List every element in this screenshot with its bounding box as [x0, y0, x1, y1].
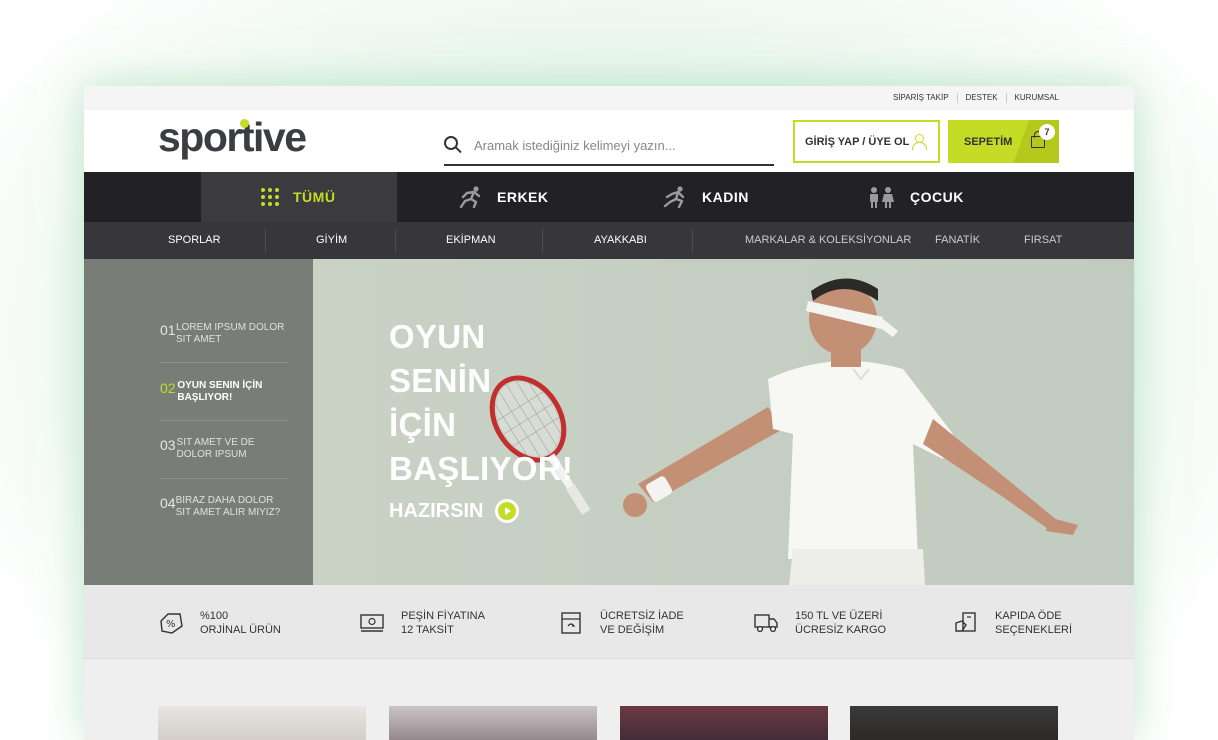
slide-item-2[interactable]: 02 OYUN SENIN İÇİN BAŞLIYOR!	[160, 380, 290, 404]
tab-kids[interactable]: ÇOCUK	[866, 172, 964, 222]
login-button[interactable]: GİRİŞ YAP / ÜYE OL	[793, 120, 940, 163]
product-thumbnail[interactable]	[389, 706, 597, 740]
hero-cta[interactable]: HAZIRSIN	[389, 499, 520, 523]
tab-kids-label: ÇOCUK	[910, 189, 964, 205]
subnav-divider	[542, 229, 543, 253]
male-runner-icon	[459, 186, 481, 208]
cart-label: SEPETİM	[964, 135, 1013, 148]
tab-men[interactable]: ERKEK	[457, 172, 549, 222]
logo[interactable]: sportive	[158, 114, 307, 161]
slide-divider	[160, 478, 288, 479]
hero-slider: 01 LOREM IPSUM DOLOR SIT AMET 02 OYUN SE…	[84, 259, 1134, 585]
slide-text: SIT AMET VE DE DOLOR IPSUM	[176, 437, 255, 460]
truck-icon	[754, 614, 778, 633]
percent-tag-icon: %	[160, 613, 183, 634]
search-icon[interactable]	[444, 136, 458, 150]
product-thumbnail[interactable]	[850, 706, 1058, 740]
hero-cta-label: HAZIRSIN	[389, 499, 484, 522]
slide-item-1[interactable]: 01 LOREM IPSUM DOLOR SIT AMET	[160, 322, 290, 346]
hero-banner[interactable]: OYUN SENİN İÇİN BAŞLIYOR! HAZIRSIN	[313, 259, 1134, 585]
card-payment-icon	[955, 612, 976, 632]
tab-women-label: KADIN	[702, 189, 749, 205]
subnav-divider	[265, 229, 266, 253]
feature-line: KAPIDA ÖDE	[995, 610, 1062, 622]
tab-all[interactable]: TÜMÜ	[201, 172, 397, 222]
slide-number: 04	[160, 495, 176, 511]
feature-line: ÜCRETSİZ İADE	[600, 610, 684, 622]
feature-original: % %100 ORJİNAL ÜRÜN	[158, 609, 281, 637]
slide-divider	[160, 362, 288, 363]
subnav-equipment[interactable]: EKİPMAN	[446, 234, 496, 246]
slide-text: LOREM IPSUM DOLOR SIT AMET	[176, 322, 285, 345]
sub-nav: SPORLAR GİYİM EKİPMAN AYAKKABI MARKALAR …	[84, 222, 1134, 259]
subnav-shoes[interactable]: AYAKKABI	[594, 234, 647, 246]
util-link-corporate[interactable]: KURUMSAL	[1005, 93, 1059, 103]
util-link-order-tracking[interactable]: SİPARİŞ TAKİP	[885, 93, 957, 103]
feature-shipping: 150 TL VE ÜZERİ ÜCRESİZ KARGO	[753, 609, 886, 637]
grid-dots-icon	[261, 188, 279, 206]
search-input[interactable]	[474, 134, 764, 156]
headline-line: OYUN	[389, 318, 486, 355]
slide-text: OYUN SENIN İÇİN BAŞLIYOR!	[177, 380, 263, 403]
subnav-divider	[692, 229, 693, 253]
headline-line: SENİN	[389, 362, 492, 399]
return-box-icon	[561, 612, 581, 634]
hero-headline: OYUN SENİN İÇİN BAŞLIYOR!	[389, 315, 573, 491]
play-icon[interactable]	[495, 499, 520, 523]
feature-line: PEŞİN FİYATINA	[401, 610, 485, 622]
subnav-brands[interactable]: MARKALAR & KOLEKSİYONLAR	[745, 234, 911, 246]
feature-line: ORJİNAL ÜRÜN	[200, 624, 281, 636]
kids-icon	[870, 187, 894, 208]
svg-text:%: %	[166, 619, 176, 630]
slide-item-4[interactable]: 04 BIRAZ DAHA DOLOR SIT AMET ALIR MIYIZ?	[160, 495, 290, 519]
tab-all-label: TÜMÜ	[293, 189, 336, 205]
login-label: GİRİŞ YAP / ÜYE OL	[805, 135, 910, 148]
feature-payment: KAPIDA ÖDE SEÇENEKLERİ	[953, 609, 1072, 637]
subnav-divider	[395, 229, 396, 253]
product-thumbnail[interactable]	[158, 706, 366, 740]
main-nav: TÜMÜ ERKEK KADIN ÇOCUK	[84, 172, 1134, 222]
slide-number: 02	[160, 380, 176, 396]
feature-line: VE DEĞİŞİM	[600, 624, 665, 636]
feature-installment: PEŞİN FİYATINA 12 TAKSİT	[359, 609, 485, 637]
banknote-icon	[360, 614, 384, 632]
headline-line: İÇİN	[389, 406, 457, 443]
slide-item-3[interactable]: 03 SIT AMET VE DE DOLOR IPSUM	[160, 437, 290, 461]
feature-line: 12 TAKSİT	[401, 624, 454, 636]
tab-women[interactable]: KADIN	[662, 172, 749, 222]
util-link-support[interactable]: DESTEK	[956, 93, 1006, 103]
slide-number: 01	[160, 322, 176, 338]
product-thumbnail[interactable]	[620, 706, 828, 740]
cart-count-badge: 7	[1039, 124, 1055, 140]
search-bar	[444, 130, 774, 166]
cart-button[interactable]: SEPETİM 7	[948, 120, 1059, 163]
tab-men-label: ERKEK	[497, 189, 549, 205]
feature-return: ÜCRETSİZ İADE VE DEĞİŞİM	[558, 609, 684, 637]
feature-line: ÜCRESİZ KARGO	[795, 624, 887, 636]
feature-line: 150 TL VE ÜZERİ	[795, 610, 883, 622]
user-icon	[912, 134, 927, 150]
feature-line: %100	[200, 610, 229, 622]
subnav-sports[interactable]: SPORLAR	[168, 234, 221, 246]
slide-number: 03	[160, 437, 176, 453]
site-frame: SİPARİŞ TAKİP DESTEK KURUMSAL sportive G…	[84, 86, 1134, 740]
features-bar: % %100 ORJİNAL ÜRÜN PEŞİN FİYATINA 12 TAKS…	[84, 585, 1134, 659]
slide-divider	[160, 420, 288, 421]
feature-line: SEÇENEKLERİ	[995, 624, 1073, 636]
subnav-fanatic[interactable]: FANATİK	[935, 234, 980, 246]
logo-dot	[240, 119, 249, 128]
utility-bar: SİPARİŞ TAKİP DESTEK KURUMSAL	[84, 86, 1134, 110]
slide-text: BIRAZ DAHA DOLOR SIT AMET ALIR MIYIZ?	[175, 495, 281, 518]
header: sportive GİRİŞ YAP / ÜYE OL SEPETİM 7	[84, 110, 1134, 172]
female-runner-icon	[663, 186, 685, 208]
subnav-clothing[interactable]: GİYİM	[316, 234, 347, 246]
headline-line: BAŞLIYOR!	[389, 450, 574, 487]
subnav-deals[interactable]: FIRSAT	[1024, 234, 1062, 246]
slide-list: 01 LOREM IPSUM DOLOR SIT AMET 02 OYUN SE…	[84, 259, 313, 585]
